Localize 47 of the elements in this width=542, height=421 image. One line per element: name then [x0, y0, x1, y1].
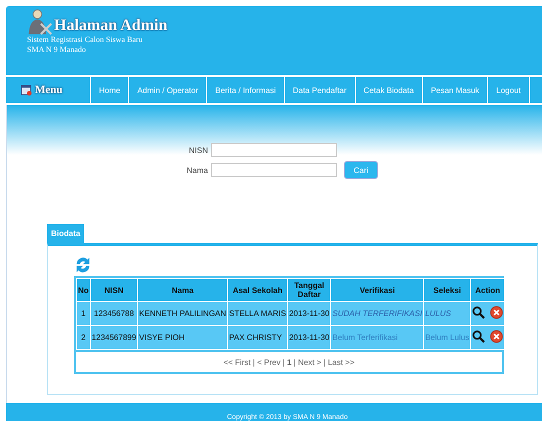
column-header: Asal Sekolah	[228, 278, 288, 302]
field-label: Nama	[186, 166, 208, 174]
table-cell: 123456788	[90, 302, 138, 326]
column-header: NISN	[90, 278, 138, 302]
field-label: NISN	[188, 146, 208, 154]
table-cell: STELLA MARIS	[228, 302, 288, 326]
column-header: Nama	[138, 278, 228, 302]
admin-user-icon	[27, 9, 53, 35]
status-cell: SUDAH TERFERIFIKASI	[330, 302, 424, 326]
search-icon[interactable]	[472, 306, 486, 319]
column-header: Verifikasi	[330, 278, 424, 302]
table-cell: 2013-11-30	[288, 326, 331, 350]
status-cell: LULUS	[424, 302, 471, 326]
nav-link[interactable]: Home	[91, 77, 130, 103]
table-cell: VISYE PIOH	[138, 326, 228, 350]
table-cell: 1234567899	[90, 326, 138, 350]
menu-label: Menu	[35, 84, 62, 96]
search-button[interactable]: Cari	[344, 161, 378, 179]
pagination-links[interactable]: << First | < Prev | 1 | Next > | Last >>	[223, 358, 355, 367]
delete-icon[interactable]	[490, 330, 504, 343]
status-cell: Belum Terferifikasi	[330, 326, 424, 350]
status-cell: Belum Lulus	[424, 326, 471, 350]
nav-link[interactable]: Cetak Biodata	[356, 77, 423, 103]
site-title: Halaman Admin	[54, 17, 168, 35]
panel-tab[interactable]: Biodata	[47, 224, 84, 243]
nav-link[interactable]: Logout	[488, 77, 530, 103]
column-header: Action	[470, 278, 505, 302]
table-cell: 2013-11-30	[288, 302, 331, 326]
column-header: Tanggal Daftar	[288, 278, 331, 302]
delete-icon[interactable]	[490, 306, 504, 319]
nav-link[interactable]: Admin / Operator	[129, 77, 208, 103]
search-icon[interactable]	[472, 330, 486, 343]
column-header: Seleksi	[424, 278, 471, 302]
nav-link[interactable]: Data Pendaftar	[284, 77, 356, 103]
menu-icon	[21, 84, 32, 96]
table-cell: PAX CHRISTY	[228, 326, 288, 350]
table-cell: KENNETH PALILINGAN	[138, 302, 228, 326]
table-cell: 1	[76, 302, 90, 326]
column-header: No	[76, 278, 90, 302]
table-cell: 2	[76, 326, 90, 350]
site-subtitle: Sistem Registrasi Calon Siswa Baru	[27, 35, 144, 45]
site-subtitle: SMA N 9 Manado	[27, 45, 87, 55]
refresh-icon[interactable]	[74, 256, 92, 274]
input-field[interactable]	[211, 163, 337, 177]
nav-link[interactable]: Pesan Masuk	[422, 77, 488, 103]
input-field[interactable]	[211, 143, 337, 157]
nav-link[interactable]: Berita / Informasi	[207, 77, 285, 103]
